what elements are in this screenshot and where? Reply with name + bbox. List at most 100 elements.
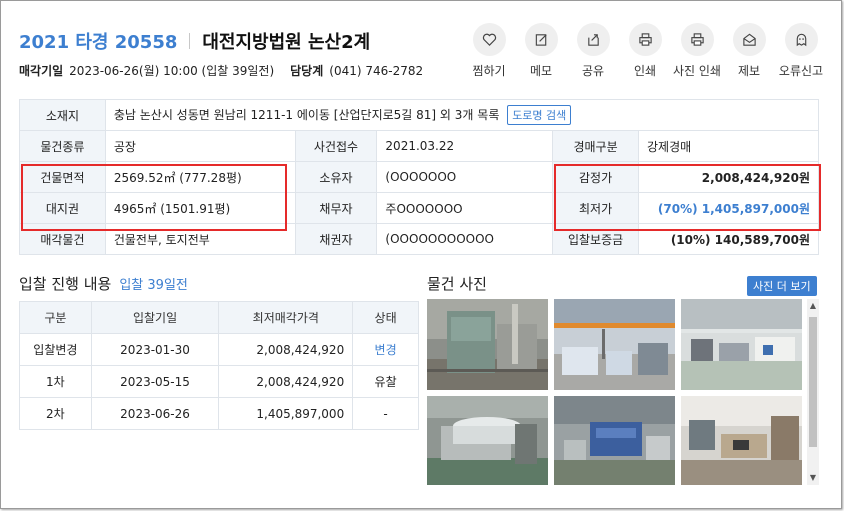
share-icon — [587, 34, 599, 46]
col-header: 최저매각가격 — [218, 301, 354, 334]
owner-value: (OOOOOOO — [376, 161, 554, 193]
debtor-value: 주OOOOOOO — [376, 192, 554, 224]
action-toolbar: 찜하기 메모 공유 인쇄 사진 인쇄 제보 오류신고 — [463, 23, 827, 79]
contact-label: 담당계 — [290, 64, 324, 78]
col-header: 입찰기일 — [90, 301, 220, 334]
debtor-label: 채무자 — [294, 192, 378, 224]
property-photo[interactable] — [681, 396, 802, 485]
scroll-up-icon[interactable]: ▲ — [809, 301, 817, 311]
bid-min-price: 2,008,424,920 — [218, 333, 354, 366]
sale-date-value: 2023-06-26(월) 10:00 (입찰 39일전) — [69, 64, 275, 78]
auction-type-value: 강제경매 — [638, 130, 819, 162]
memo-label: 메모 — [529, 64, 553, 78]
photo-print-label: 사진 인쇄 — [673, 64, 721, 78]
error-report-button[interactable]: 오류신고 — [775, 23, 827, 79]
location-label: 소재지 — [19, 99, 106, 131]
col-header: 상태 — [352, 301, 419, 334]
filing-value: 2021.03.22 — [376, 130, 554, 162]
sale-items-value: 건물전부, 토지전부 — [104, 223, 296, 255]
property-photo[interactable] — [427, 396, 548, 485]
photo-section-title: 물건 사진 — [427, 275, 487, 293]
building-area-value: 2569.52㎡ (777.28평) — [104, 161, 296, 193]
photo-scrollbar[interactable]: ▲ ▼ — [807, 299, 819, 485]
report-button[interactable]: 제보 — [723, 23, 775, 79]
auction-type-label: 경매구분 — [552, 130, 640, 162]
case-header: 2021 타경 20558 대전지방법원 논산2계 — [19, 27, 370, 55]
report-icon — [742, 33, 756, 46]
type-value: 공장 — [104, 130, 296, 162]
filing-label: 사건접수 — [294, 130, 378, 162]
bid-round: 1차 — [19, 365, 92, 398]
more-photos-button[interactable]: 사진 더 보기 — [747, 276, 817, 296]
bid-history-table: 구분 입찰기일 최저매각가격 상태 입찰변경 2023-01-30 2,008,… — [19, 301, 419, 430]
auction-detail-panel: 2021 타경 20558 대전지방법원 논산2계 매각기일 2023-06-2… — [0, 0, 842, 509]
bid-status-link[interactable]: 변경 — [352, 333, 419, 366]
favorite-button[interactable]: 찜하기 — [463, 23, 515, 79]
table-row: 매각물건 건물전부, 토지전부 채권자 (OOOOOOOOOOO 입찰보증금 (… — [19, 223, 819, 255]
table-row: 2차 2023-06-26 1,405,897,000 - — [19, 397, 419, 430]
case-number[interactable]: 2021 타경 20558 — [19, 28, 177, 54]
table-row: 1차 2023-05-15 2,008,424,920 유찰 — [19, 365, 419, 398]
table-row: 대지권 4965㎡ (1501.91평) 채무자 주OOOOOOO 최저가 (7… — [19, 192, 819, 224]
bid-round: 2차 — [19, 397, 92, 430]
case-subinfo: 매각기일 2023-06-26(월) 10:00 (입찰 39일전) 담당계 (… — [19, 62, 423, 79]
photo-print-icon — [690, 33, 704, 46]
memo-button[interactable]: 메모 — [515, 23, 567, 79]
road-search-button[interactable]: 도로명 검색 — [507, 105, 572, 125]
type-label: 물건종류 — [19, 130, 106, 162]
bid-status: - — [352, 397, 419, 430]
bid-min-price: 2,008,424,920 — [218, 365, 354, 398]
bid-date: 2023-01-30 — [90, 333, 220, 366]
building-area-label: 건물면적 — [19, 161, 106, 193]
print-button[interactable]: 인쇄 — [619, 23, 671, 79]
location-value: 충남 논산시 성동면 원남리 1211-1 에이동 [산업단지로5길 81] 외… — [113, 108, 500, 122]
property-photo[interactable] — [427, 299, 548, 390]
appraisal-label: 감정가 — [552, 161, 640, 193]
contact-value: (041) 746-2782 — [329, 63, 424, 78]
error-report-icon — [796, 33, 806, 47]
sale-items-label: 매각물건 — [19, 223, 106, 255]
scroll-down-icon[interactable]: ▼ — [809, 473, 817, 483]
col-header: 구분 — [19, 301, 92, 334]
land-value: 4965㎡ (1501.91평) — [104, 192, 296, 224]
table-row: 입찰변경 2023-01-30 2,008,424,920 변경 — [19, 333, 419, 366]
bid-round: 입찰변경 — [19, 333, 92, 366]
table-row: 건물면적 2569.52㎡ (777.28평) 소유자 (OOOOOOO 감정가… — [19, 161, 819, 193]
heart-icon — [482, 33, 496, 46]
creditor-label: 채권자 — [294, 223, 378, 255]
property-photo[interactable] — [554, 396, 675, 485]
memo-icon — [535, 34, 547, 46]
owner-label: 소유자 — [294, 161, 378, 193]
court-name: 대전지방법원 논산2계 — [202, 32, 371, 53]
error-report-label: 오류신고 — [778, 64, 824, 78]
property-info-table: 소재지 충남 논산시 성동면 원남리 1211-1 에이동 [산업단지로5길 8… — [19, 99, 820, 255]
share-label: 공유 — [581, 64, 605, 78]
min-price-label: 최저가 — [552, 192, 640, 224]
photo-grid — [427, 299, 805, 485]
deposit-label: 입찰보증금 — [552, 223, 640, 255]
favorite-label: 찜하기 — [472, 64, 506, 78]
deposit-value: (10%) 140,589,700원 — [638, 223, 819, 255]
bid-status: 유찰 — [352, 365, 419, 398]
land-label: 대지권 — [19, 192, 106, 224]
min-price-value: (70%) 1,405,897,000원 — [638, 192, 819, 224]
print-label: 인쇄 — [633, 64, 657, 78]
bid-section-title: 입찰 진행 내용 입찰 39일전 — [19, 273, 188, 294]
photo-print-button[interactable]: 사진 인쇄 — [671, 23, 723, 79]
table-row: 물건종류 공장 사건접수 2021.03.22 경매구분 강제경매 — [19, 130, 819, 162]
creditor-value: (OOOOOOOOOOO — [376, 223, 554, 255]
bid-min-price: 1,405,897,000 — [218, 397, 354, 430]
property-photo[interactable] — [554, 299, 675, 390]
appraisal-value: 2,008,424,920원 — [638, 161, 819, 193]
header-divider — [189, 33, 191, 49]
table-header-row: 구분 입찰기일 최저매각가격 상태 — [19, 301, 419, 334]
share-button[interactable]: 공유 — [567, 23, 619, 79]
print-icon — [638, 33, 652, 46]
bid-date: 2023-06-26 — [90, 397, 220, 430]
scroll-thumb[interactable] — [809, 317, 817, 447]
property-photo[interactable] — [681, 299, 802, 390]
bid-date: 2023-05-15 — [90, 365, 220, 398]
bid-title: 입찰 진행 내용 — [19, 275, 112, 293]
location-cell: 충남 논산시 성동면 원남리 1211-1 에이동 [산업단지로5길 81] 외… — [104, 99, 820, 131]
report-label: 제보 — [737, 64, 761, 78]
